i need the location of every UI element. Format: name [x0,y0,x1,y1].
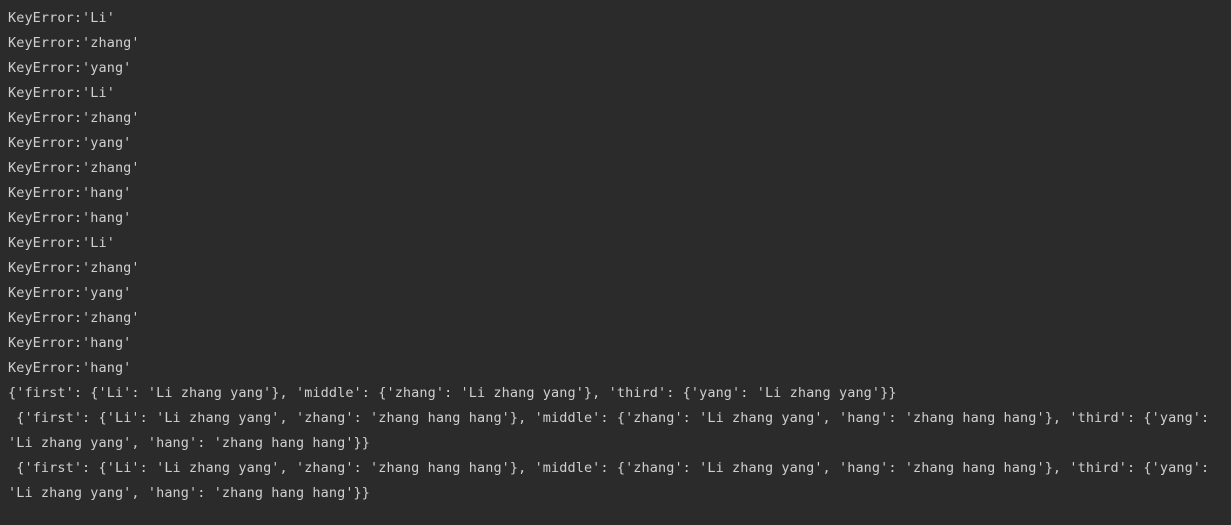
console-line: KeyError:'hang' [8,360,132,376]
console-line: KeyError:'Li' [8,85,115,101]
console-line: KeyError:'yang' [8,135,132,151]
console-line: KeyError:'zhang' [8,160,140,176]
console-line: KeyError:'zhang' [8,110,140,126]
console-line: KeyError:'hang' [8,335,132,351]
console-line: KeyError:'zhang' [8,310,140,326]
console-line: {'first': {'Li': 'Li zhang yang', 'zhang… [8,410,1218,451]
console-line: KeyError:'Li' [8,235,115,251]
console-output-pane[interactable]: KeyError:'Li' KeyError:'zhang' KeyError:'y… [0,0,1231,525]
console-line: {'first': {'Li': 'Li zhang yang', 'zhang… [8,460,1218,501]
console-line: KeyError:'zhang' [8,35,140,51]
console-line: {'first': {'Li': 'Li zhang yang'}, 'midd… [8,385,897,401]
console-line: KeyError:'yang' [8,60,132,76]
console-line: KeyError:'hang' [8,185,132,201]
console-line: KeyError:'Li' [8,10,115,26]
console-line: KeyError:'hang' [8,210,132,226]
console-line: KeyError:'yang' [8,285,132,301]
console-line: KeyError:'zhang' [8,260,140,276]
